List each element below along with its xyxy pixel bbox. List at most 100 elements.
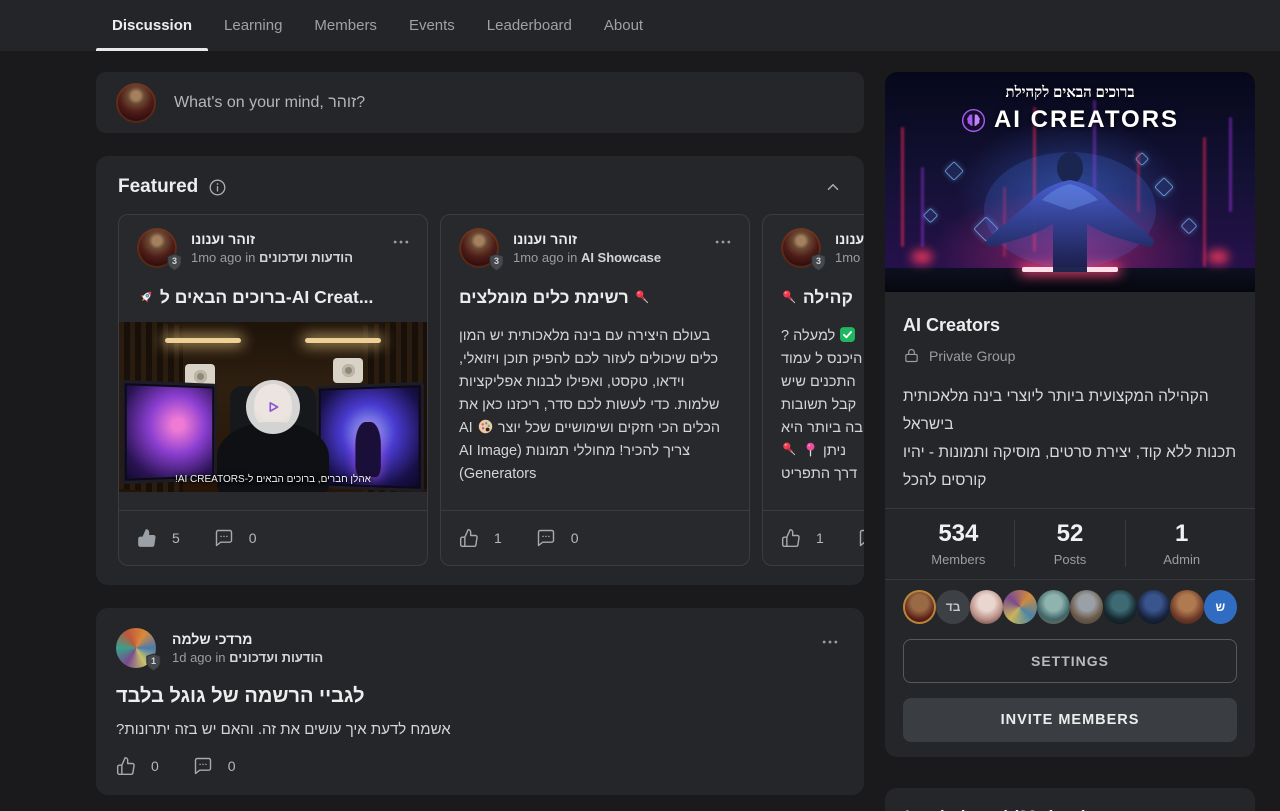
like-count: 5	[172, 530, 180, 546]
studio-light	[305, 338, 381, 343]
post-author-name[interactable]: מרדכי שלמה	[172, 629, 802, 649]
card-body-line: קבל תשובות	[781, 394, 864, 417]
pin-icon	[781, 289, 798, 306]
current-user-avatar[interactable]	[116, 83, 156, 123]
group-stats: 534Members52Posts1 Admin	[903, 509, 1237, 579]
settings-button[interactable]: SETTINGS	[903, 639, 1237, 683]
card-header: 3 זוהר וענונו1mo ago in AI Showcase	[441, 215, 749, 268]
author-avatar[interactable]: 3	[781, 228, 821, 268]
space-name[interactable]: הודעות ועדכונים	[259, 250, 353, 265]
comment-button[interactable]: 0	[858, 528, 864, 548]
group-privacy: Private Group	[903, 347, 1237, 364]
info-icon[interactable]	[208, 178, 227, 197]
card-header: 3 זוהר וענונו1mo ago in הודעות ועדכונים	[119, 215, 427, 268]
brain-icon	[961, 108, 986, 133]
like-count: 1	[816, 530, 824, 546]
post-author-block: מרדכי שלמה 1d ago in הודעות ועדכונים	[172, 628, 802, 667]
post-meta: 1mo ago in הודעות ועדכונים	[835, 249, 864, 267]
card-title[interactable]: קהילה	[781, 285, 864, 310]
like-button[interactable]: 1	[781, 528, 824, 548]
stat-value: 1	[1126, 520, 1237, 548]
comment-count: 0	[228, 758, 236, 774]
description-line: תכנות ללא קוד, יצירת סרטים, מוסיקה ותמונ…	[903, 439, 1237, 495]
card-title[interactable]: רשימת כלים מומלצים	[459, 285, 731, 310]
featured-card[interactable]: 3 זוהר וענונו1mo ago in הודעות ועדכונים ק…	[762, 214, 864, 566]
author-name[interactable]: זוהר וענונו	[191, 229, 375, 249]
chevron-up-icon[interactable]	[824, 178, 842, 196]
post-space-name[interactable]: הודעות ועדכונים	[229, 650, 323, 665]
author-block: זוהר וענונו1mo ago in הודעות ועדכונים	[191, 228, 375, 267]
post-meta: 1mo ago in AI Showcase	[513, 249, 697, 267]
stat-label: Admin	[1126, 552, 1237, 567]
post-menu-icon[interactable]	[818, 628, 842, 656]
level-badge: 1	[145, 653, 162, 672]
member-avatar[interactable]	[1003, 590, 1036, 624]
author-name[interactable]: זוהר וענונו	[513, 229, 697, 249]
featured-card[interactable]: 3 זוהר וענונו1mo ago in הודעות ועדכונים ב…	[118, 214, 428, 566]
comment-button[interactable]: 0	[193, 756, 236, 776]
author-avatar[interactable]: 3	[459, 228, 499, 268]
stat-members: 534Members	[903, 520, 1014, 567]
thumbs-up-icon	[459, 528, 479, 548]
play-button[interactable]	[246, 380, 300, 434]
top-nav: DiscussionLearningMembersEventsLeaderboa…	[0, 0, 1280, 51]
composer-prompt[interactable]: What's on your mind, זוהר?	[174, 94, 365, 112]
tab-discussion[interactable]: Discussion	[96, 0, 208, 51]
tab-leaderboard[interactable]: Leaderboard	[471, 0, 588, 51]
post-title[interactable]: לגביי הרשמה של גוגל בלבד	[116, 685, 842, 708]
post-meta: 1d ago in הודעות ועדכונים	[172, 649, 802, 667]
tab-events[interactable]: Events	[393, 0, 471, 51]
divider	[885, 579, 1255, 580]
palette-icon	[477, 418, 494, 435]
tab-about[interactable]: About	[588, 0, 659, 51]
invite-members-button[interactable]: INVITE MEMBERS	[903, 698, 1237, 742]
member-avatar[interactable]	[1037, 590, 1070, 624]
like-button[interactable]: 1	[459, 528, 502, 548]
banner-welcome-text: ברוכים הבאים לקהילת	[885, 85, 1255, 102]
author-name[interactable]: זוהר וענונו	[835, 229, 864, 249]
post-header: 1 מרדכי שלמה 1d ago in הודעות ועדכונים	[116, 628, 842, 668]
space-name[interactable]: AI Showcase	[581, 250, 661, 265]
like-button[interactable]: 5	[137, 528, 180, 548]
comment-button[interactable]: 0	[214, 528, 257, 548]
post-author-avatar[interactable]: 1	[116, 628, 156, 668]
card-title[interactable]: ברוכים הבאים ל-AI Creat...	[137, 285, 409, 310]
rocket-icon	[137, 288, 155, 306]
member-avatar[interactable]	[1137, 590, 1170, 624]
member-avatar[interactable]	[970, 590, 1003, 624]
featured-card[interactable]: 3 זוהר וענונו1mo ago in AI Showcase רשימת …	[440, 214, 750, 566]
video-thumbnail[interactable]: אהלן חברים, ברוכים הבאים ל-AI CREATORS!	[119, 322, 427, 492]
card-menu-icon[interactable]	[389, 228, 413, 256]
card-body-line: למעלה ?	[781, 325, 864, 348]
feed-post[interactable]: 1 מרדכי שלמה 1d ago in הודעות ועדכונים ל…	[96, 608, 864, 795]
post-composer[interactable]: What's on your mind, זוהר?	[96, 72, 864, 133]
lock-icon	[903, 347, 920, 364]
featured-section: Featured 3זוהר וענונו1mo ago in הודעות ו…	[96, 156, 864, 585]
group-description: הקהילה המקצועית ביותר ליוצרי בינה מלאכות…	[903, 383, 1237, 495]
stat-posts: 52Posts	[1014, 520, 1126, 567]
stat-value: 534	[903, 520, 1014, 548]
comment-count: 0	[571, 530, 579, 546]
like-count: 1	[494, 530, 502, 546]
comment-icon	[858, 528, 864, 548]
author-block: זוהר וענונו1mo ago in AI Showcase	[513, 228, 697, 267]
stat-admin: 1 Admin	[1125, 520, 1237, 567]
monitor-left	[121, 380, 216, 484]
member-avatar[interactable]	[1103, 590, 1136, 624]
member-avatar-initials[interactable]: בד	[936, 590, 969, 624]
author-avatar[interactable]: 3	[137, 228, 177, 268]
group-name: AI Creators	[903, 315, 1237, 336]
check-icon	[839, 326, 856, 343]
member-avatar[interactable]	[903, 590, 936, 624]
member-avatar[interactable]	[1070, 590, 1103, 624]
card-body-line: ניתן	[781, 440, 864, 463]
hand-glow	[1207, 250, 1229, 264]
member-avatar[interactable]	[1170, 590, 1203, 624]
like-button[interactable]: 0	[116, 756, 159, 776]
card-menu-icon[interactable]	[711, 228, 735, 256]
member-avatar-initials[interactable]: ש	[1204, 590, 1237, 624]
tab-members[interactable]: Members	[298, 0, 393, 51]
tab-learning[interactable]: Learning	[208, 0, 298, 51]
comment-button[interactable]: 0	[536, 528, 579, 548]
card-body-line: היכנס ל עמוד	[781, 348, 864, 371]
